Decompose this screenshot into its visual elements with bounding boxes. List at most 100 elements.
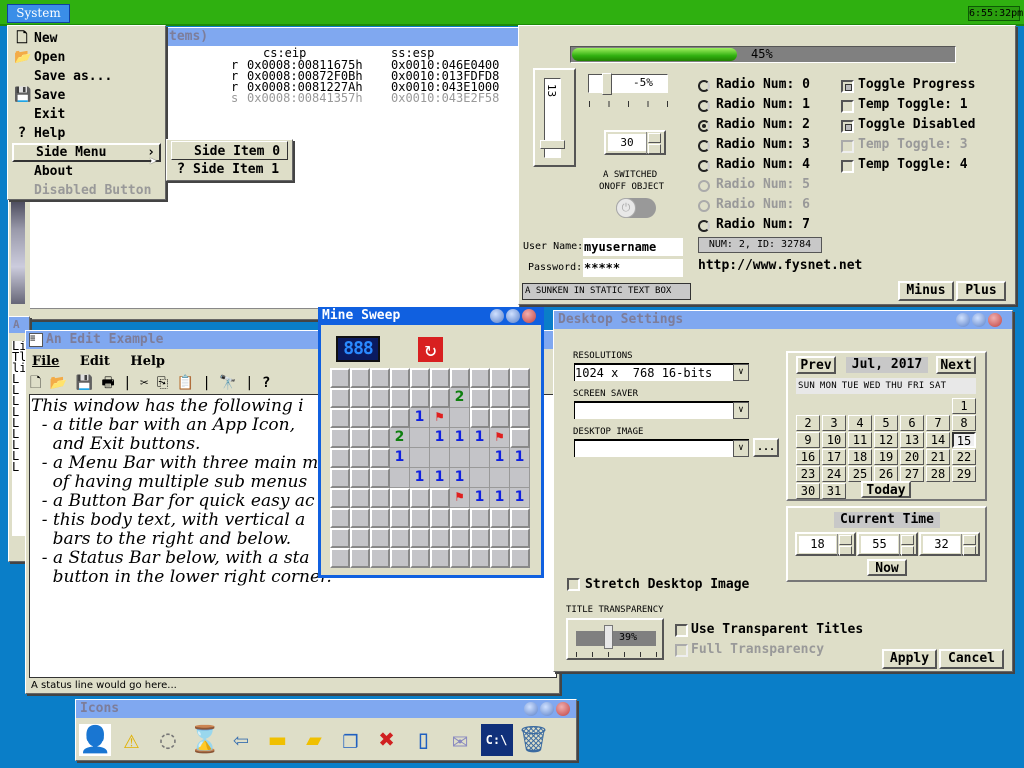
closed-cell[interactable] [330,528,350,548]
closed-cell[interactable] [470,388,490,408]
minimize-button[interactable] [524,702,538,716]
calendar-day[interactable]: 17 [822,449,846,465]
closed-cell[interactable] [330,548,350,568]
maximize-button[interactable] [540,702,554,716]
closed-cell[interactable] [350,548,370,568]
vertical-slider[interactable]: 13 [533,68,576,167]
app-icon[interactable]: ≡ [29,333,43,347]
calendar-day[interactable]: 14 [926,432,950,448]
hslider-thumb[interactable] [602,73,612,95]
calendar-day[interactable]: 2 [796,415,820,431]
minute-spinner[interactable]: 55 [857,532,918,556]
minimize-button[interactable] [956,313,970,327]
calendar-day[interactable]: 27 [900,466,924,482]
copy-icon[interactable]: ⎘ [157,375,168,391]
open-cell[interactable] [510,468,530,488]
calendar-day[interactable]: 11 [848,432,872,448]
calendar-day[interactable]: 16 [796,449,820,465]
checkbox[interactable] [841,80,854,93]
open-cell[interactable] [490,468,510,488]
stretch-checkbox[interactable] [567,578,580,591]
calendar-day[interactable]: 3 [822,415,846,431]
find-icon[interactable]: 🔭 [219,375,236,391]
closed-cell[interactable] [330,368,350,388]
hour-value[interactable]: 18 [799,536,836,553]
number-spinner[interactable]: 30 [604,130,666,155]
desktop-image-select[interactable]: ∨ [574,439,749,457]
chevron-down-icon[interactable]: ∨ [733,440,749,457]
closed-cell[interactable] [510,408,530,428]
radio-button[interactable] [698,80,710,92]
open-cell[interactable]: 2 [450,388,470,408]
closed-cell[interactable] [490,368,510,388]
menu-file[interactable]: File [32,354,59,369]
open-cell[interactable]: 1 [510,448,530,468]
cancel-button[interactable]: Cancel [939,649,1004,669]
open-cell[interactable]: 1 [410,468,430,488]
closed-cell[interactable] [410,488,430,508]
calendar-day[interactable]: 29 [952,466,976,482]
closed-cell[interactable] [410,508,430,528]
closed-cell[interactable] [410,548,430,568]
help-icon[interactable]: ? [262,375,270,391]
closed-cell[interactable] [330,488,350,508]
calendar-day[interactable]: 7 [926,415,950,431]
calendar-day[interactable]: 24 [822,466,846,482]
closed-cell[interactable] [370,408,390,428]
checkbox[interactable] [841,100,854,113]
closed-cell[interactable] [390,508,410,528]
open-cell[interactable] [450,448,470,468]
closed-cell[interactable] [350,408,370,428]
apply-button[interactable]: Apply [882,649,937,669]
radio-button[interactable] [698,100,710,112]
closed-cell[interactable] [430,368,450,388]
minesweep-titlebar[interactable]: Mine Sweep [318,307,544,325]
calendar-day[interactable]: 1 [952,398,976,414]
open-cell[interactable] [470,448,490,468]
closed-cell[interactable] [510,508,530,528]
open-cell[interactable]: 1 [510,488,530,508]
url-link[interactable]: http://www.fysnet.net [698,258,862,273]
closed-cell[interactable] [390,548,410,568]
calendar-day[interactable]: 23 [796,466,820,482]
menu-item[interactable]: 🗋 New [12,29,161,48]
icons-titlebar[interactable]: Icons [76,700,576,718]
open-cell[interactable]: 1 [490,448,510,468]
calendar-day[interactable]: 5 [874,415,898,431]
closed-cell[interactable] [430,508,450,528]
today-button[interactable]: Today [861,481,911,498]
closed-cell[interactable] [450,368,470,388]
closed-cell[interactable] [410,388,430,408]
open-cell[interactable]: 1 [470,428,490,448]
menu-item[interactable]: Save as... [12,67,161,86]
closed-cell[interactable] [410,528,430,548]
closed-cell[interactable] [510,388,530,408]
calendar-day[interactable]: 10 [822,432,846,448]
hour-spinner[interactable]: 18 [795,532,856,556]
use-transparent-titles-checkbox[interactable] [675,624,688,637]
closed-cell[interactable] [470,508,490,528]
open-folder-icon[interactable]: ▰ [298,724,330,756]
chevron-down-icon[interactable]: ∨ [733,364,749,381]
menu-item[interactable]: 📂 Open [12,48,161,67]
spinner-value[interactable]: 30 [608,134,646,151]
calendar-day[interactable]: 25 [848,466,872,482]
closed-cell[interactable] [330,448,350,468]
closed-cell[interactable] [370,368,390,388]
checkbox[interactable] [841,120,854,133]
reset-button[interactable]: ↻ [418,337,443,362]
closed-cell[interactable] [470,408,490,428]
calendar-day[interactable]: 8 [952,415,976,431]
open-cell[interactable]: 1 [490,488,510,508]
closed-cell[interactable] [450,528,470,548]
closed-cell[interactable] [370,508,390,528]
prev-month-button[interactable]: Prev [796,356,836,374]
open-cell[interactable] [430,448,450,468]
radio-button[interactable] [698,220,710,232]
calendar-day[interactable]: 20 [900,449,924,465]
second-value[interactable]: 32 [923,536,960,553]
closed-cell[interactable] [470,368,490,388]
maximize-button[interactable] [506,309,520,323]
second-spinner[interactable]: 32 [919,532,980,556]
screensaver-select[interactable]: ∨ [574,401,749,419]
